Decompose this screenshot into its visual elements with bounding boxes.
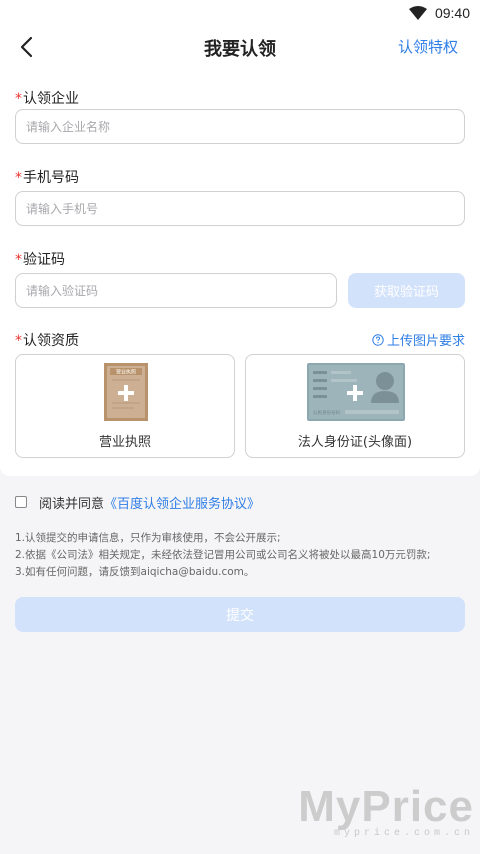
agreement-row: 阅读并同意 《百度认领企业服务协议》: [15, 493, 260, 512]
question-circle-icon: [372, 333, 384, 346]
business-license-upload[interactable]: 营业执照 营业执照: [15, 354, 235, 458]
status-bar: 09:40: [0, 0, 480, 26]
id-card-icon: 公民身份号码: [307, 363, 405, 421]
notes-list: 1.认领提交的申请信息，只作为审核使用，不会公开展示; 2.依据《公司法》相关规…: [15, 530, 470, 581]
nav-bar: 我要认领 认领特权: [0, 26, 480, 68]
code-input[interactable]: [15, 273, 337, 308]
note-item: 3.如有任何问题，请反馈到aiqicha@baidu.com。: [15, 566, 255, 578]
required-mark: *: [15, 170, 22, 186]
agreement-prefix: 阅读并同意: [39, 496, 105, 512]
get-code-button[interactable]: 获取验证码: [348, 273, 465, 308]
agreement-checkbox[interactable]: [15, 496, 27, 508]
wifi-icon: [408, 6, 427, 20]
required-mark: *: [15, 333, 22, 349]
watermark-logo-text: MyPrice: [298, 782, 474, 831]
phone-input[interactable]: [15, 191, 465, 226]
claim-privilege-link[interactable]: 认领特权: [398, 36, 458, 57]
watermark: MyPrice myprice.com.cn: [280, 754, 480, 854]
phone-label: *手机号码: [15, 170, 79, 186]
note-item: 1.认领提交的申请信息，只作为审核使用，不会公开展示;: [15, 532, 281, 544]
status-time: 09:40: [434, 5, 470, 21]
required-mark: *: [15, 91, 22, 107]
business-license-icon: 营业执照: [104, 363, 148, 421]
business-license-caption: 营业执照: [98, 435, 151, 450]
code-label: *验证码: [15, 252, 65, 268]
company-input[interactable]: [15, 109, 465, 144]
note-item: 2.依据《公司法》相关规定，未经依法登记冒用公司或公司名义将被处以最高10万元罚…: [15, 549, 431, 561]
agreement-link[interactable]: 《百度认领企业服务协议》: [104, 493, 260, 512]
upload-requirements-link[interactable]: 上传图片要求: [372, 330, 465, 349]
submit-button[interactable]: 提交: [15, 597, 465, 632]
qualification-label: *认领资质: [15, 333, 79, 349]
company-label: *认领企业: [15, 91, 79, 107]
id-card-caption: 法人身份证(头像面): [297, 435, 413, 450]
license-image-text: 营业执照: [116, 369, 136, 376]
id-card-upload[interactable]: 公民身份号码 法人身份证(头像面): [245, 354, 465, 458]
id-card-image-text: 公民身份号码: [313, 409, 340, 416]
required-mark: *: [15, 252, 22, 268]
